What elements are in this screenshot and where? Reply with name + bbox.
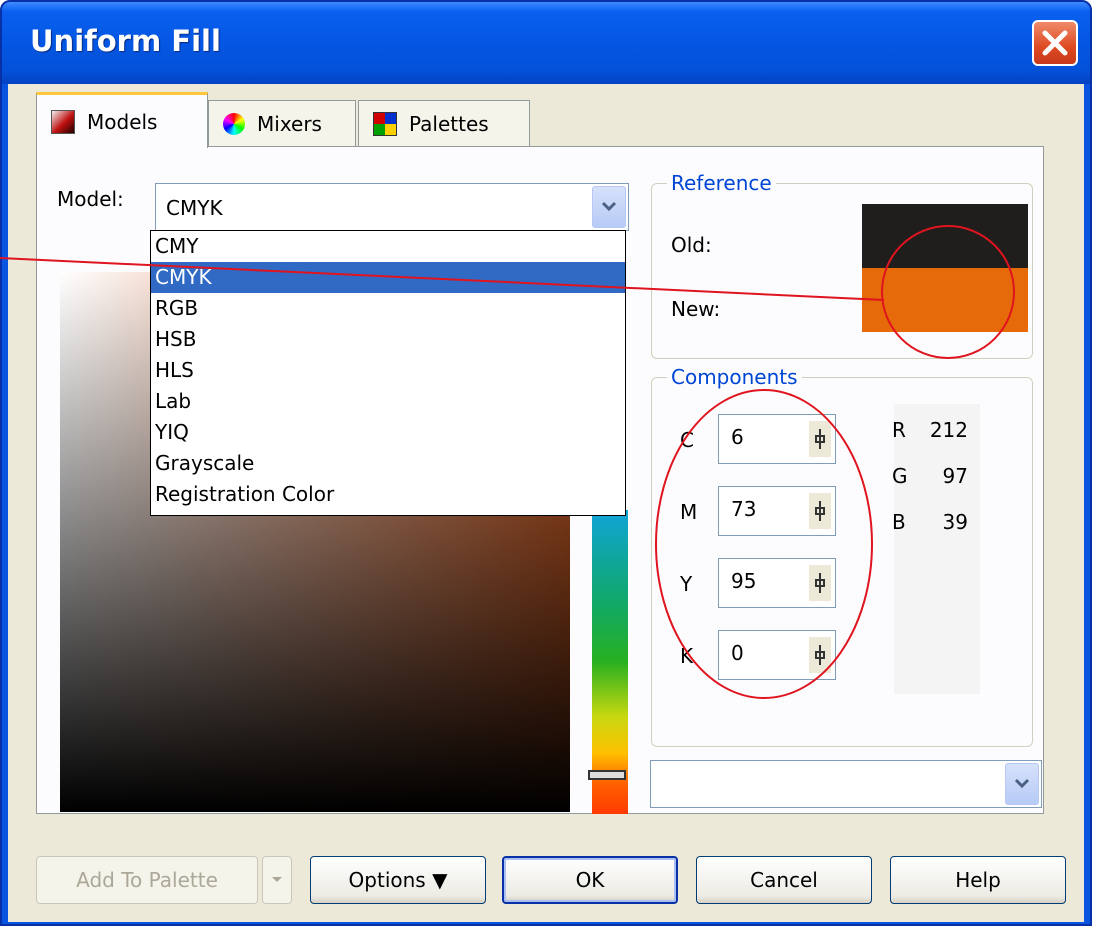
help-button[interactable]: Help — [890, 856, 1066, 904]
rgb-label-r: R — [892, 418, 906, 442]
component-value: 73 — [731, 497, 757, 521]
component-label-m: M — [680, 500, 698, 524]
color-wheel-icon — [223, 112, 245, 135]
model-option[interactable]: CMY — [151, 231, 625, 262]
component-label-k: K — [680, 644, 694, 668]
hue-slider-handle[interactable] — [588, 770, 626, 780]
component-m-spinbox[interactable]: 73 — [718, 486, 836, 536]
rgb-value-r: 212 — [929, 418, 968, 442]
add-to-palette-dropdown[interactable] — [262, 856, 292, 904]
spin-slider-icon[interactable] — [809, 565, 831, 601]
chevron-down-icon — [601, 201, 617, 212]
tab-models-label: Models — [87, 109, 158, 134]
spin-slider-icon[interactable] — [809, 421, 831, 457]
spin-slider-icon[interactable] — [809, 637, 831, 673]
name-select-arrow[interactable] — [1005, 763, 1039, 805]
reference-legend: Reference — [667, 171, 776, 195]
add-to-palette-label: Add To Palette — [76, 868, 218, 892]
model-option[interactable]: RGB — [151, 293, 625, 324]
tab-mixers[interactable]: Mixers — [208, 100, 356, 146]
ok-label: OK — [575, 868, 605, 892]
new-label: New: — [671, 297, 721, 321]
component-value: 0 — [731, 641, 744, 665]
new-color-swatch — [862, 268, 1028, 332]
model-select[interactable]: CMYK — [155, 183, 629, 231]
name-select[interactable] — [650, 760, 1042, 808]
model-label: Model: — [57, 187, 124, 211]
tab-mixers-label: Mixers — [257, 111, 322, 136]
component-value: 95 — [731, 569, 757, 593]
cancel-button[interactable]: Cancel — [696, 856, 872, 904]
component-y-spinbox[interactable]: 95 — [718, 558, 836, 608]
tab-palettes-label: Palettes — [409, 111, 489, 136]
close-button[interactable] — [1032, 20, 1078, 66]
old-color-swatch — [862, 204, 1028, 268]
tab-palettes[interactable]: Palettes — [358, 100, 530, 146]
dialog-title: Uniform Fill — [30, 24, 221, 58]
component-label-y: Y — [680, 572, 693, 596]
component-k-spinbox[interactable]: 0 — [718, 630, 836, 680]
model-dropdown-list[interactable]: CMY CMYK RGB HSB HLS Lab YIQ Grayscale Registrat… — [150, 230, 626, 516]
cancel-label: Cancel — [750, 868, 818, 892]
rgb-value-b: 39 — [942, 510, 968, 534]
models-icon — [51, 109, 75, 134]
model-option[interactable]: YIQ — [151, 417, 625, 448]
model-option[interactable]: CMYK — [151, 262, 625, 293]
title-bar[interactable]: Uniform Fill — [2, 2, 1090, 84]
options-label: Options ▼ — [348, 868, 448, 892]
component-value: 6 — [731, 425, 744, 449]
component-c-spinbox[interactable]: 6 — [718, 414, 836, 464]
components-legend: Components — [667, 365, 802, 389]
model-option[interactable]: HLS — [151, 355, 625, 386]
spin-slider-icon[interactable] — [809, 493, 831, 529]
chevron-down-icon — [1014, 778, 1030, 789]
old-label: Old: — [671, 233, 712, 257]
model-option[interactable]: Lab — [151, 386, 625, 417]
options-button[interactable]: Options ▼ — [310, 856, 486, 904]
ok-button[interactable]: OK — [502, 856, 678, 904]
rgb-label-b: B — [892, 510, 906, 534]
palette-grid-icon — [373, 111, 397, 136]
model-option[interactable]: Registration Color — [151, 479, 625, 510]
model-option[interactable]: Grayscale — [151, 448, 625, 479]
model-select-arrow[interactable] — [592, 186, 626, 228]
rgb-label-g: G — [892, 464, 908, 488]
model-select-value: CMYK — [166, 196, 223, 220]
add-to-palette-button[interactable]: Add To Palette — [36, 856, 258, 904]
help-label: Help — [955, 868, 1001, 892]
tab-models[interactable]: Models — [36, 92, 208, 148]
rgb-value-g: 97 — [942, 464, 968, 488]
rgb-readout-panel — [894, 404, 980, 694]
chevron-down-icon — [272, 877, 282, 882]
model-option[interactable]: HSB — [151, 324, 625, 355]
component-label-c: C — [680, 428, 694, 452]
close-icon — [1042, 30, 1068, 56]
hue-slider[interactable] — [592, 510, 628, 814]
